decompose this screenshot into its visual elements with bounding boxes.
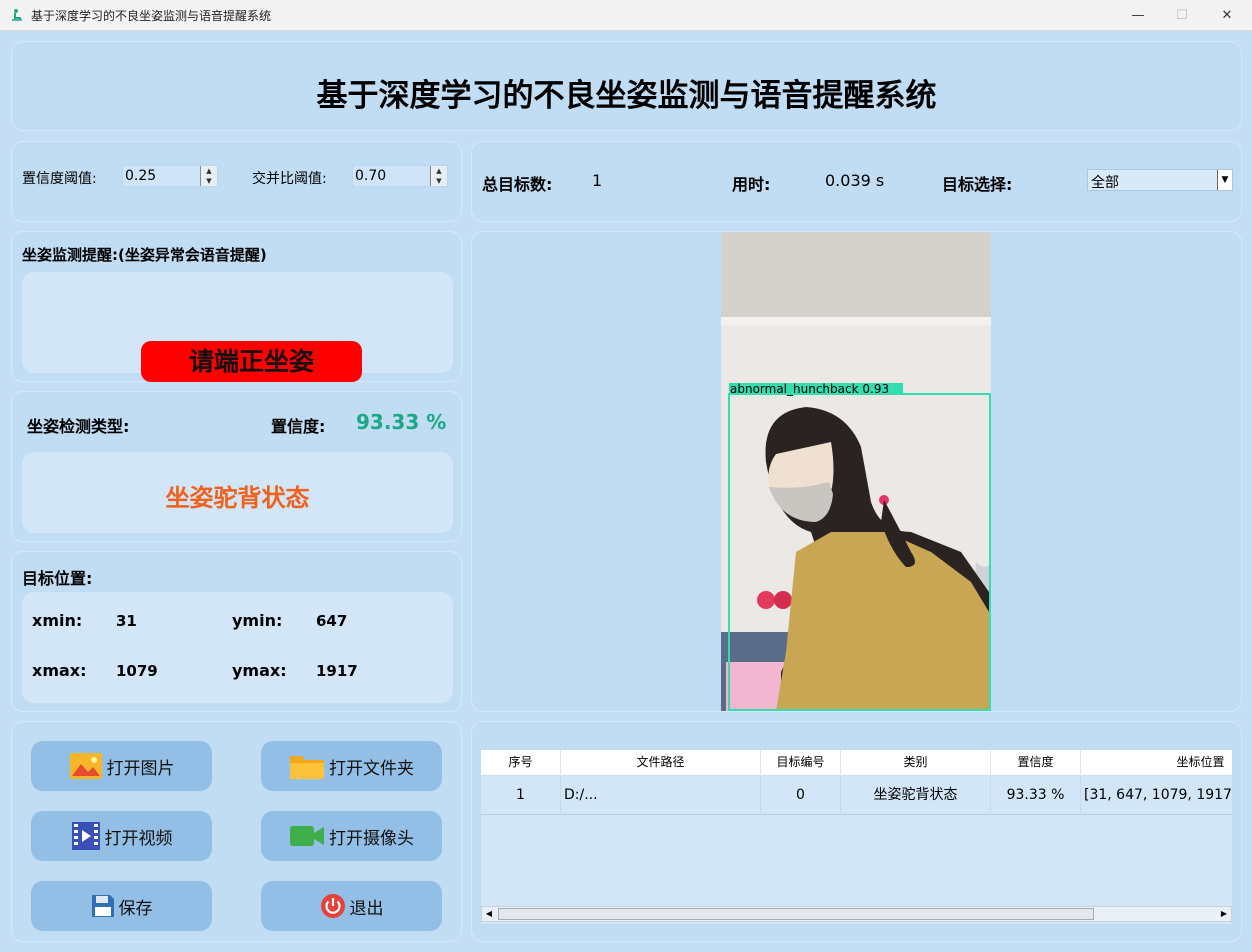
xmin-label: xmin: <box>32 611 83 630</box>
table-cell: D:/... <box>561 776 761 815</box>
target-select-value: 全部 <box>1091 175 1119 191</box>
xmin-value: 31 <box>116 612 137 630</box>
save-label: 保存 <box>118 898 153 919</box>
ymin-label: ymin: <box>232 611 283 630</box>
ymax-value: 1917 <box>316 662 358 680</box>
detection-image: abnormal_hunchback 0.93 <box>721 232 991 711</box>
ymin-value: 647 <box>316 612 348 630</box>
iou-threshold-label: 交并比阈值: <box>252 171 327 187</box>
position-box: xmin: 31 ymin: 647 xmax: 1079 ymax: 1917 <box>22 592 453 703</box>
column-header[interactable]: 目标编号 <box>761 750 841 776</box>
header-panel: 基于深度学习的不良坐姿监测与语音提醒系统 <box>11 41 1242 131</box>
buttons-panel: 打开图片 打开文件夹 打开视频 打开摄像头 保存 退出 <box>11 721 462 942</box>
position-panel: 目标位置: xmin: 31 ymin: 647 xmax: 1079 ymax… <box>11 551 462 712</box>
image-panel: abnormal_hunchback 0.93 <box>471 231 1242 712</box>
results-table[interactable]: 序号 文件路径 目标编号 类别 置信度 坐标位置 1 D:/... 0 坐姿驼背… <box>481 750 1232 924</box>
open-image-button[interactable]: 打开图片 <box>31 741 212 791</box>
target-select-label: 目标选择: <box>942 175 1013 194</box>
page-title: 基于深度学习的不良坐姿监测与语音提醒系统 <box>316 78 937 114</box>
confidence-value: 93.33 % <box>356 410 447 434</box>
position-label: 目标位置: <box>22 569 93 588</box>
reminder-label: 坐姿监测提醒:(坐姿异常会语音提醒) <box>22 246 267 264</box>
scroll-left-icon[interactable]: ◀ <box>482 907 496 921</box>
detection-type-box: 坐姿驼背状态 <box>22 452 453 533</box>
window-title: 基于深度学习的不良坐姿监测与语音提醒系统 <box>31 9 272 23</box>
conf-threshold-label: 置信度阈值: <box>22 171 97 187</box>
table-header: 序号 文件路径 目标编号 类别 置信度 坐标位置 <box>481 750 1232 776</box>
open-image-label: 打开图片 <box>106 758 175 779</box>
close-button[interactable]: ✕ <box>1204 0 1250 31</box>
stats-panel: 总目标数: 1 用时: 0.039 s 目标选择: 全部 ▼ <box>471 141 1242 222</box>
exit-label: 退出 <box>349 898 384 919</box>
conf-threshold-value: 0.25 <box>125 168 157 184</box>
image-icon <box>69 753 102 779</box>
open-video-button[interactable]: 打开视频 <box>31 811 212 861</box>
open-folder-button[interactable]: 打开文件夹 <box>261 741 442 791</box>
table-cell: 93.33 % <box>991 776 1081 815</box>
column-header[interactable]: 置信度 <box>991 750 1081 776</box>
dropdown-arrow-icon[interactable]: ▼ <box>1217 170 1232 190</box>
video-icon <box>71 822 100 850</box>
target-select-combobox[interactable]: 全部 ▼ <box>1087 169 1233 191</box>
column-header[interactable]: 类别 <box>841 750 991 776</box>
scrollbar-thumb[interactable] <box>498 908 1094 920</box>
spin-arrows-icon[interactable]: ▲ ▼ <box>200 166 217 186</box>
window-titlebar: 基于深度学习的不良坐姿监测与语音提醒系统 — ☐ ✕ <box>0 0 1252 31</box>
reminder-box: 请端正坐姿 <box>22 272 453 382</box>
column-header[interactable]: 序号 <box>481 750 561 776</box>
total-targets-label: 总目标数: <box>482 175 553 194</box>
ymax-label: ymax: <box>232 661 287 680</box>
maximize-button[interactable]: ☐ <box>1159 0 1205 31</box>
time-label: 用时: <box>732 175 771 194</box>
detection-type-value: 坐姿驼背状态 <box>165 484 310 512</box>
xmax-label: xmax: <box>32 661 87 680</box>
column-header[interactable]: 文件路径 <box>561 750 761 776</box>
iou-threshold-value: 0.70 <box>355 168 387 184</box>
exit-button[interactable]: 退出 <box>261 881 442 931</box>
app-icon <box>12 9 22 21</box>
table-cell: 1 <box>481 776 561 815</box>
posture-alert-badge: 请端正坐姿 <box>141 341 362 382</box>
open-video-label: 打开视频 <box>104 828 173 849</box>
save-icon <box>91 895 114 917</box>
scroll-right-icon[interactable]: ▶ <box>1217 907 1231 921</box>
minimize-button[interactable]: — <box>1115 0 1161 31</box>
iou-threshold-spinbox[interactable]: 0.70 ▲ ▼ <box>352 165 448 187</box>
camera-icon <box>290 826 324 846</box>
detection-type-label: 坐姿检测类型: <box>27 417 130 436</box>
table-row[interactable]: 1 D:/... 0 坐姿驼背状态 93.33 % [31, 647, 1079… <box>481 776 1232 815</box>
detection-panel: 坐姿检测类型: 置信度: 93.33 % 坐姿驼背状态 <box>11 391 462 542</box>
results-panel: 序号 文件路径 目标编号 类别 置信度 坐标位置 1 D:/... 0 坐姿驼背… <box>471 721 1242 942</box>
spin-arrows-icon[interactable]: ▲ ▼ <box>430 166 447 186</box>
power-icon <box>320 894 345 918</box>
open-folder-label: 打开文件夹 <box>329 758 414 779</box>
conf-threshold-spinbox[interactable]: 0.25 ▲ ▼ <box>122 165 218 187</box>
total-targets-value: 1 <box>592 171 603 190</box>
folder-icon <box>290 756 324 779</box>
detection-box-label: abnormal_hunchback 0.93 <box>730 382 889 396</box>
table-cell: 坐姿驼背状态 <box>841 776 991 815</box>
table-cell: [31, 647, 1079, 1917] <box>1081 776 1232 815</box>
xmax-value: 1079 <box>116 662 158 680</box>
open-camera-label: 打开摄像头 <box>329 828 414 849</box>
time-value: 0.039 s <box>825 171 885 190</box>
horizontal-scrollbar[interactable]: ◀ ▶ <box>481 906 1232 922</box>
table-cell: 0 <box>761 776 841 815</box>
column-header[interactable]: 坐标位置 <box>1081 750 1232 776</box>
params-panel: 置信度阈值: 0.25 ▲ ▼ 交并比阈值: 0.70 ▲ ▼ <box>11 141 462 222</box>
reminder-panel: 坐姿监测提醒:(坐姿异常会语音提醒) 请端正坐姿 <box>11 231 462 382</box>
confidence-label: 置信度: <box>271 417 326 436</box>
save-button[interactable]: 保存 <box>31 881 212 931</box>
open-camera-button[interactable]: 打开摄像头 <box>261 811 442 861</box>
